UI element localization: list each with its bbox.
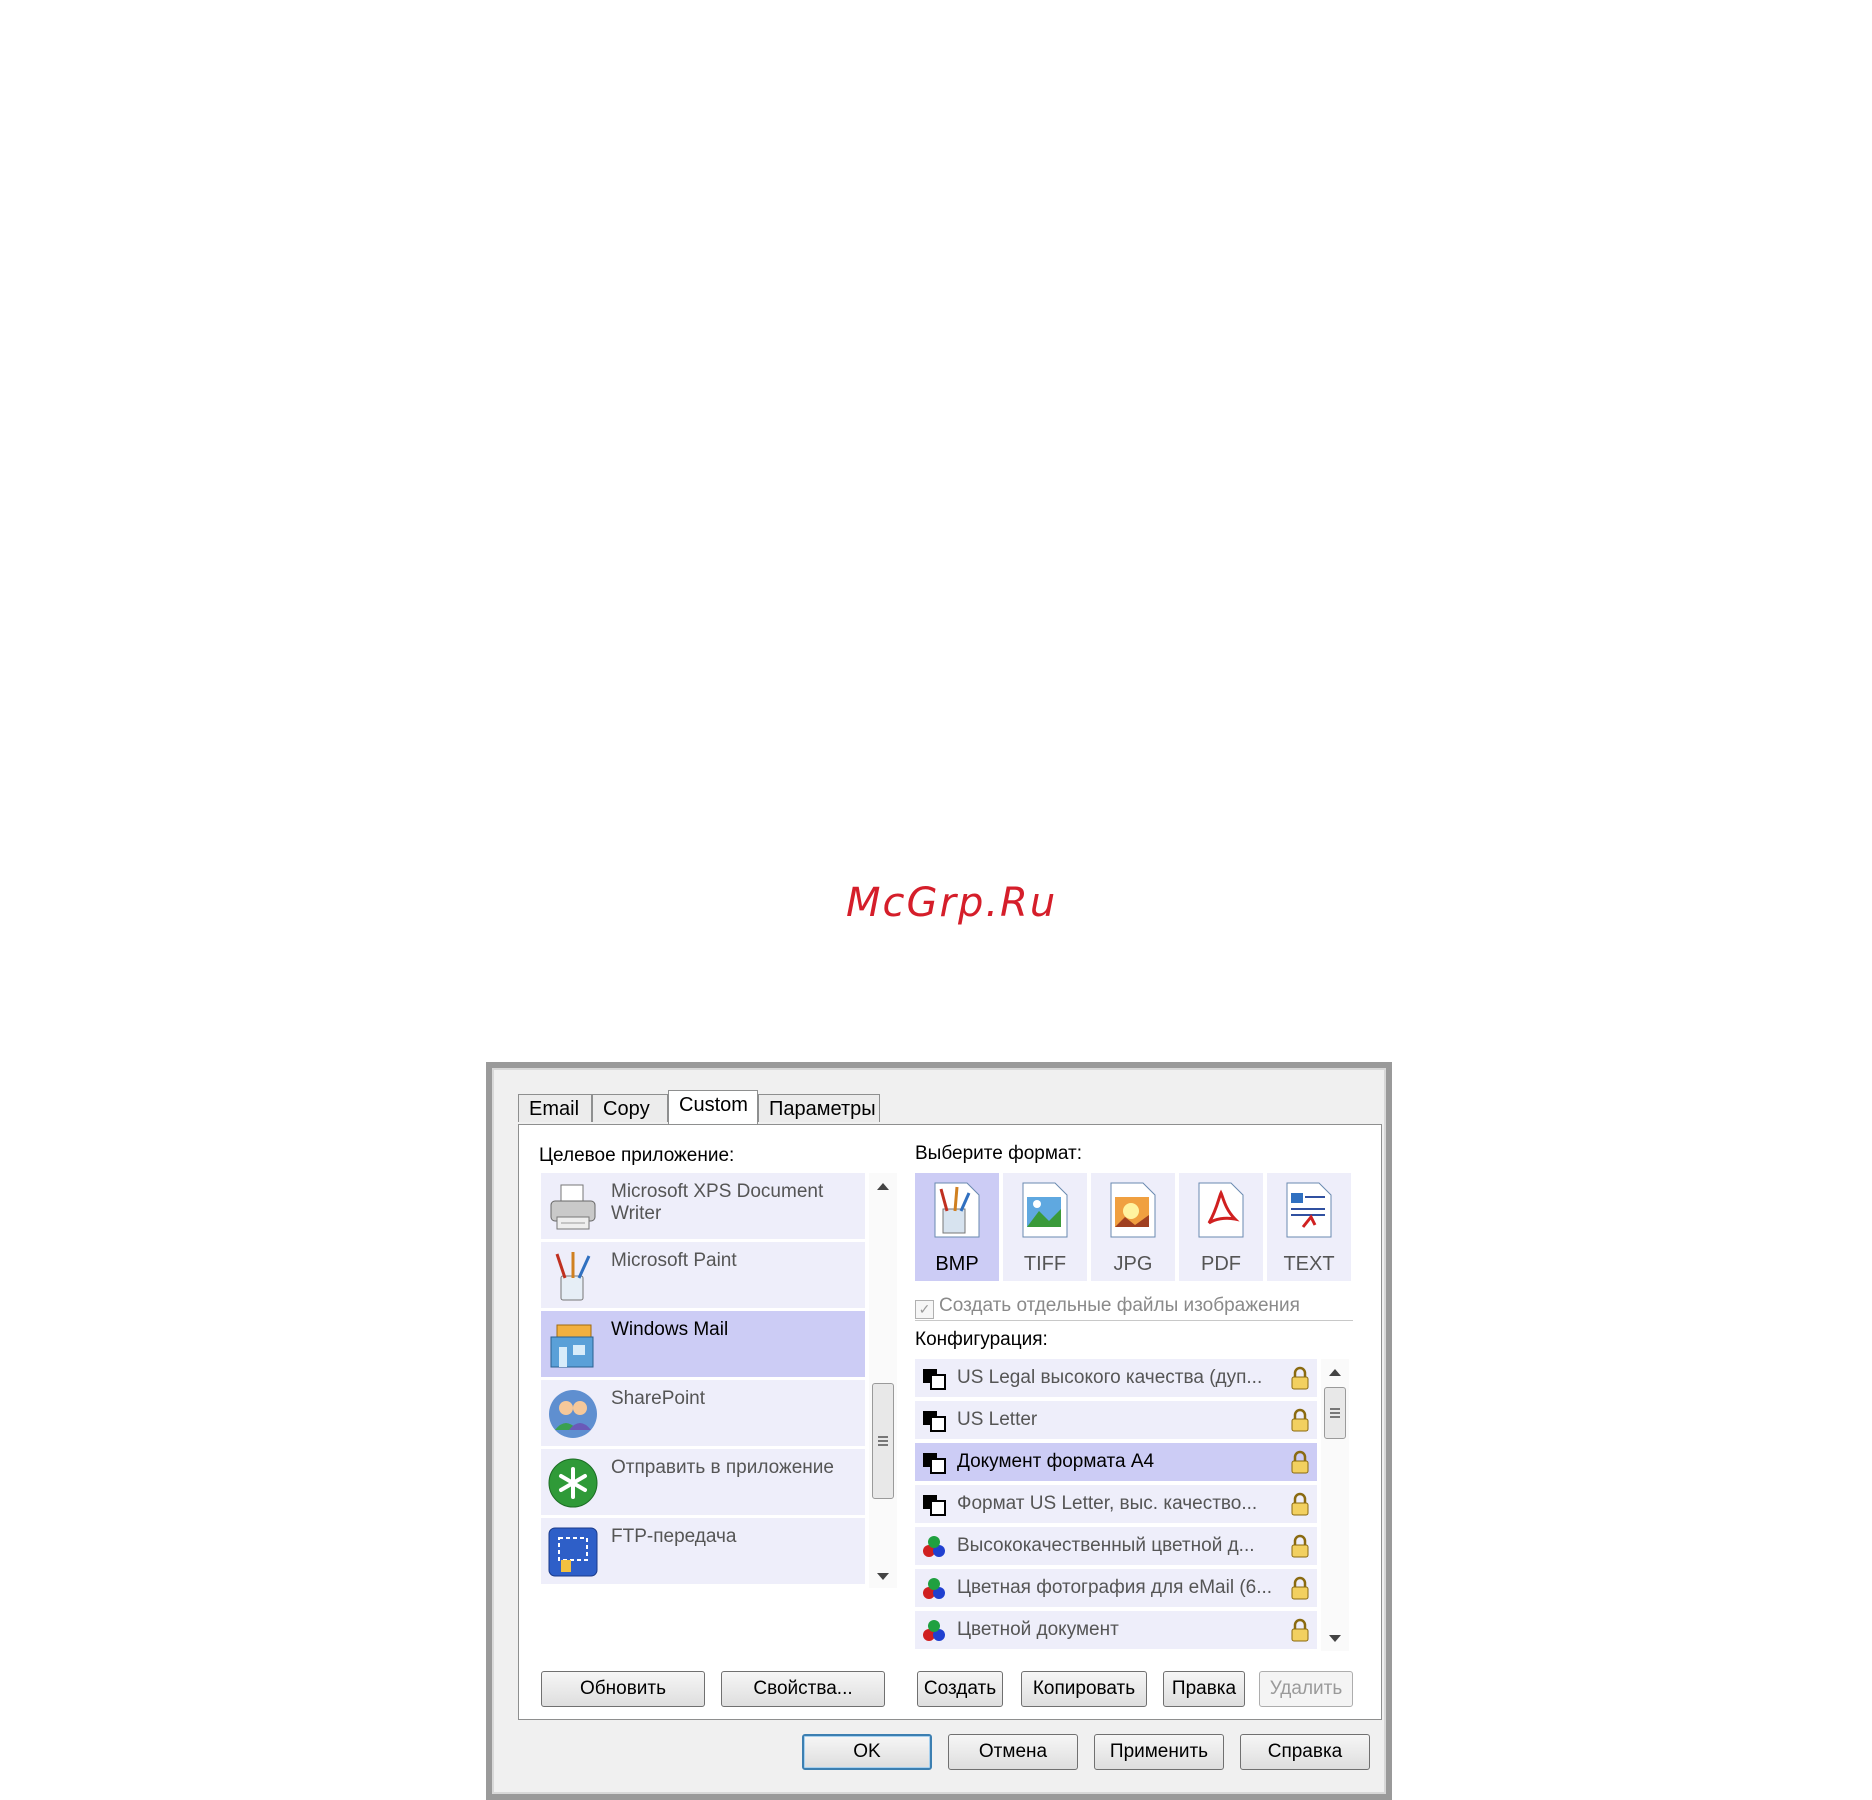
config-item[interactable]: Формат US Letter, выс. качество... bbox=[915, 1485, 1317, 1523]
app-item-send-to-app[interactable]: Отправить в приложение bbox=[541, 1449, 865, 1515]
send-to-app-icon bbox=[548, 1458, 598, 1508]
app-item-label: SharePoint bbox=[611, 1388, 706, 1409]
edit-button[interactable]: Правка bbox=[1163, 1671, 1245, 1707]
lock-icon bbox=[1291, 1576, 1309, 1600]
copy-button[interactable]: Копировать bbox=[1021, 1671, 1147, 1707]
bmp-file-icon bbox=[934, 1182, 980, 1238]
jpg-file-icon bbox=[1110, 1182, 1156, 1238]
help-button[interactable]: Справка bbox=[1240, 1734, 1370, 1770]
custom-tab-panel: Целевое приложение: Microsoft XPS Docume… bbox=[518, 1124, 1382, 1720]
color-config-icon bbox=[923, 1578, 945, 1599]
text-file-icon bbox=[1286, 1182, 1332, 1238]
config-item-label: Формат US Letter, выс. качество... bbox=[957, 1493, 1258, 1514]
format-text[interactable]: TEXT bbox=[1267, 1173, 1351, 1281]
config-item-label: Цветная фотография для eMail (6... bbox=[957, 1577, 1273, 1598]
app-item-label: Windows Mail bbox=[611, 1319, 729, 1340]
refresh-button[interactable]: Обновить bbox=[541, 1671, 705, 1707]
configuration-list: US Legal высокого качества (дуп... US Le… bbox=[915, 1359, 1347, 1655]
color-config-icon bbox=[923, 1536, 945, 1557]
paint-brushes-icon bbox=[555, 1252, 591, 1301]
app-item-label: Microsoft Paint bbox=[611, 1250, 737, 1271]
scan-settings-dialog: Email Copy Custom Параметры Целевое прил… bbox=[486, 1062, 1392, 1800]
apply-button[interactable]: Применить bbox=[1094, 1734, 1224, 1770]
properties-button[interactable]: Свойства... bbox=[721, 1671, 885, 1707]
app-item-windows-mail[interactable]: Windows Mail bbox=[541, 1311, 865, 1377]
target-app-list: Microsoft XPS Document Writer Microsoft … bbox=[541, 1173, 867, 1588]
lock-icon bbox=[1291, 1450, 1309, 1474]
scroll-down-icon[interactable] bbox=[1329, 1635, 1341, 1642]
app-item-sharepoint[interactable]: SharePoint bbox=[541, 1380, 865, 1446]
tab-settings[interactable]: Параметры bbox=[758, 1094, 880, 1122]
scrollbar-thumb[interactable] bbox=[872, 1383, 894, 1499]
checkmark-icon: ✓ bbox=[915, 1300, 934, 1319]
bw-config-icon bbox=[923, 1411, 946, 1432]
lock-icon bbox=[1291, 1618, 1309, 1642]
tiff-file-icon bbox=[1022, 1182, 1068, 1238]
lock-icon bbox=[1291, 1492, 1309, 1516]
format-selector: BMP TIFF JPG PDF TEXT bbox=[915, 1173, 1351, 1283]
divider bbox=[915, 1320, 1353, 1321]
tab-email[interactable]: Email bbox=[518, 1094, 592, 1122]
format-bmp[interactable]: BMP bbox=[915, 1173, 999, 1281]
bw-config-icon bbox=[923, 1369, 946, 1390]
app-item-ftp[interactable]: FTP-передача bbox=[541, 1518, 865, 1584]
config-item-selected[interactable]: Документ формата A4 bbox=[915, 1443, 1317, 1481]
config-item[interactable]: Цветной документ bbox=[915, 1611, 1317, 1649]
format-label: Выберите формат: bbox=[915, 1143, 1083, 1164]
scrollbar-thumb[interactable] bbox=[1324, 1387, 1346, 1439]
lock-icon bbox=[1291, 1408, 1309, 1432]
watermark: McGrp.Ru bbox=[846, 880, 1058, 926]
separate-files-label: Создать отдельные файлы изображения bbox=[939, 1295, 1300, 1316]
config-item-label: Высококачественный цветной д... bbox=[957, 1535, 1255, 1556]
ok-button[interactable]: OK bbox=[802, 1734, 932, 1770]
separate-files-checkbox[interactable]: ✓ Создать отдельные файлы изображения bbox=[915, 1295, 1300, 1319]
color-config-icon bbox=[923, 1620, 945, 1641]
tab-custom[interactable]: Custom bbox=[668, 1090, 758, 1124]
format-label-bmp: BMP bbox=[935, 1253, 979, 1275]
configuration-label: Конфигурация: bbox=[915, 1329, 1048, 1350]
pdf-file-icon bbox=[1198, 1182, 1244, 1238]
scroll-down-icon[interactable] bbox=[877, 1573, 889, 1580]
delete-button[interactable]: Удалить bbox=[1259, 1671, 1353, 1707]
sharepoint-users-icon bbox=[549, 1390, 597, 1438]
scroll-up-icon[interactable] bbox=[877, 1183, 889, 1190]
app-item-xps-writer[interactable]: Microsoft XPS Document Writer bbox=[541, 1173, 865, 1239]
config-item[interactable]: Высококачественный цветной д... bbox=[915, 1527, 1317, 1565]
tab-copy[interactable]: Copy bbox=[592, 1094, 668, 1122]
config-item-label: US Legal высокого качества (дуп... bbox=[957, 1367, 1263, 1388]
app-item-label: Microsoft XPS Document Writer bbox=[611, 1181, 824, 1224]
bw-config-icon bbox=[923, 1453, 946, 1474]
lock-icon bbox=[1291, 1534, 1309, 1558]
app-item-label: Отправить в приложение bbox=[611, 1457, 834, 1478]
scroll-up-icon[interactable] bbox=[1329, 1369, 1341, 1376]
config-item[interactable]: US Letter bbox=[915, 1401, 1317, 1439]
format-label-jpg: JPG bbox=[1113, 1253, 1153, 1275]
app-item-label: FTP-передача bbox=[611, 1526, 737, 1547]
config-item[interactable]: US Legal высокого качества (дуп... bbox=[915, 1359, 1317, 1397]
format-label-pdf: PDF bbox=[1201, 1253, 1241, 1275]
format-label-text: TEXT bbox=[1283, 1253, 1335, 1275]
config-item-label: US Letter bbox=[957, 1409, 1038, 1430]
lock-icon bbox=[1291, 1366, 1309, 1390]
bw-config-icon bbox=[923, 1495, 946, 1516]
ftp-icon bbox=[548, 1527, 598, 1577]
config-item-label: Цветной документ bbox=[957, 1619, 1119, 1640]
format-pdf[interactable]: PDF bbox=[1179, 1173, 1263, 1281]
cancel-button[interactable]: Отмена bbox=[948, 1734, 1078, 1770]
config-list-scrollbar[interactable] bbox=[1321, 1359, 1349, 1651]
format-tiff[interactable]: TIFF bbox=[1003, 1173, 1087, 1281]
app-item-paint[interactable]: Microsoft Paint bbox=[541, 1242, 865, 1308]
target-app-label: Целевое приложение: bbox=[539, 1145, 735, 1166]
create-button[interactable]: Создать bbox=[917, 1671, 1003, 1707]
printer-icon bbox=[550, 1184, 596, 1230]
format-jpg[interactable]: JPG bbox=[1091, 1173, 1175, 1281]
app-list-scrollbar[interactable] bbox=[869, 1173, 897, 1588]
config-item-label: Документ формата A4 bbox=[957, 1451, 1155, 1472]
config-item[interactable]: Цветная фотография для eMail (6... bbox=[915, 1569, 1317, 1607]
format-label-tiff: TIFF bbox=[1023, 1253, 1067, 1275]
windows-mail-icon bbox=[550, 1324, 594, 1368]
